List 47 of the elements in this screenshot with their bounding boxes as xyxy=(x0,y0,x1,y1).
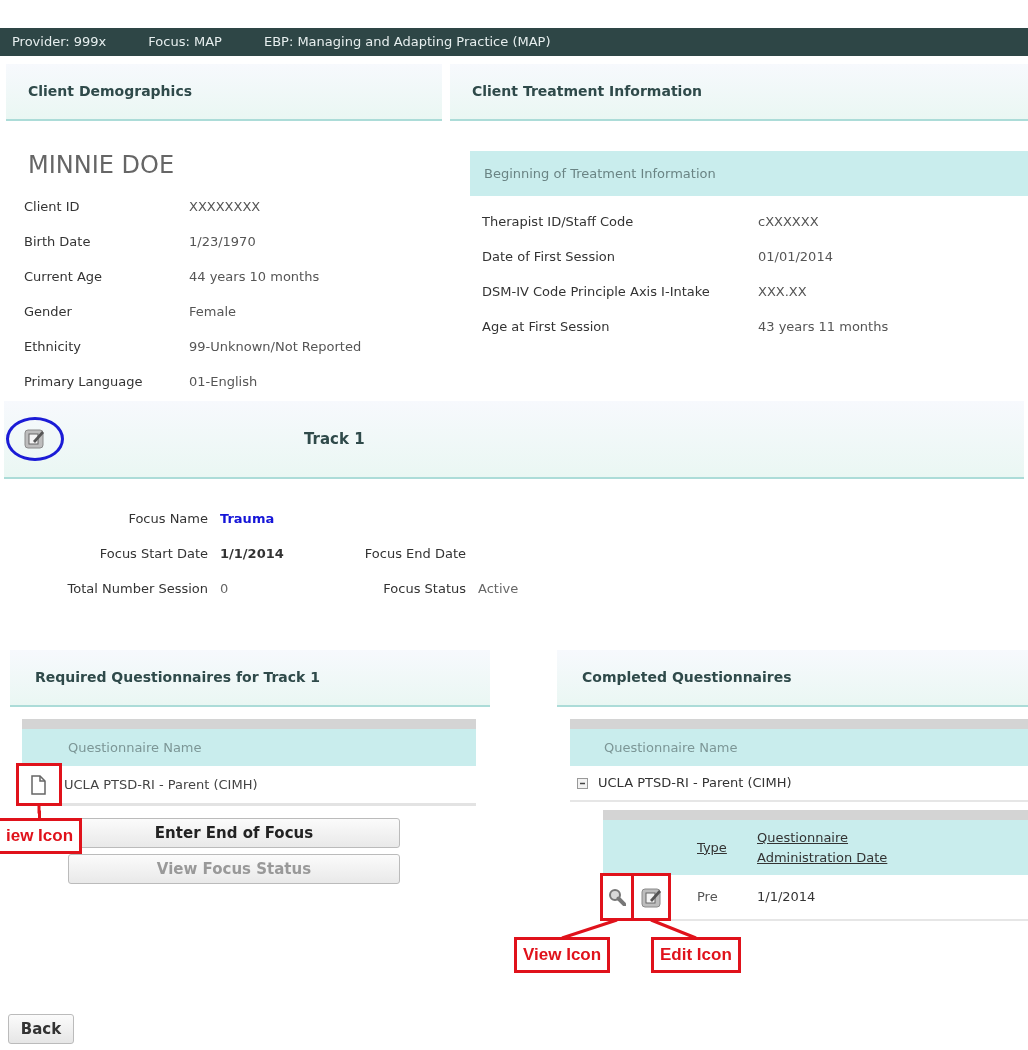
table-cell-text: 1/1/2014 xyxy=(757,888,816,907)
field-value: 1/1/2014 xyxy=(220,544,284,563)
field-label: Current Age xyxy=(24,267,103,286)
field-label: Focus Start Date xyxy=(99,544,208,563)
field-label: Date of First Session xyxy=(482,247,616,266)
questionnaire-name: UCLA PTSD-RI - Parent (CIMH) xyxy=(64,775,258,794)
field-label: Therapist ID/Staff Code xyxy=(482,212,635,231)
field-label: Total Number Session xyxy=(67,579,208,598)
column-header: Questionnaire Name xyxy=(604,738,738,757)
callout-tooltip: Edit Icon xyxy=(651,937,741,973)
header-text: Focus: MAP xyxy=(148,33,222,52)
field-value: Female xyxy=(189,302,236,321)
field-value: 44 years 10 months xyxy=(189,267,320,286)
field-value: 0 xyxy=(220,579,229,598)
panel-title: Client Demographics xyxy=(28,82,192,101)
field-value: 43 years 11 months xyxy=(758,317,889,336)
callout-tooltip: View Icon xyxy=(514,937,611,973)
field-label: Primary Language xyxy=(24,372,143,391)
field-label: Focus Name xyxy=(128,509,208,528)
panel-title: Client Treatment Information xyxy=(472,82,702,101)
header-text: EBP: Managing and Adapting Practice (MAP) xyxy=(263,33,551,52)
field-label: Birth Date xyxy=(24,232,91,251)
track-title: Track 1 xyxy=(304,428,365,450)
table-cell-text: Pre xyxy=(697,888,719,907)
panel-title: Completed Questionnaires xyxy=(582,668,792,687)
client-name: MINNIE DOE xyxy=(28,150,176,181)
field-label: Client ID xyxy=(24,197,80,216)
field-label: Age at First Session xyxy=(482,317,611,336)
section-subheader: Beginning of Treatment Information xyxy=(470,151,1028,196)
field-label: Focus End Date xyxy=(364,544,466,563)
panel-title: Required Questionnaires for Track 1 xyxy=(35,668,321,687)
field-value: XXX.XX xyxy=(758,282,807,301)
field-value: Active xyxy=(478,579,519,598)
field-label: DSM-IV Code Principle Axis I-Intake xyxy=(482,282,711,301)
field-value: 01/01/2014 xyxy=(758,247,833,266)
field-value: cXXXXXX xyxy=(758,212,819,231)
field-label: Gender xyxy=(24,302,72,321)
column-header: Questionnaire Name xyxy=(68,738,202,757)
questionnaire-name: UCLA PTSD-RI - Parent (CIMH) xyxy=(598,774,792,793)
field-value: 1/23/1970 xyxy=(189,232,256,251)
field-label: Ethnicity xyxy=(24,337,81,356)
header-text: Provider: 999x xyxy=(12,33,107,52)
field-value: 99-Unknown/Not Reported xyxy=(189,337,362,356)
field-value: XXXXXXXX xyxy=(189,197,261,216)
callout-tooltip: iew Icon xyxy=(0,818,83,854)
field-value: 01-English xyxy=(189,372,258,391)
field-label: Focus Status xyxy=(383,579,466,598)
